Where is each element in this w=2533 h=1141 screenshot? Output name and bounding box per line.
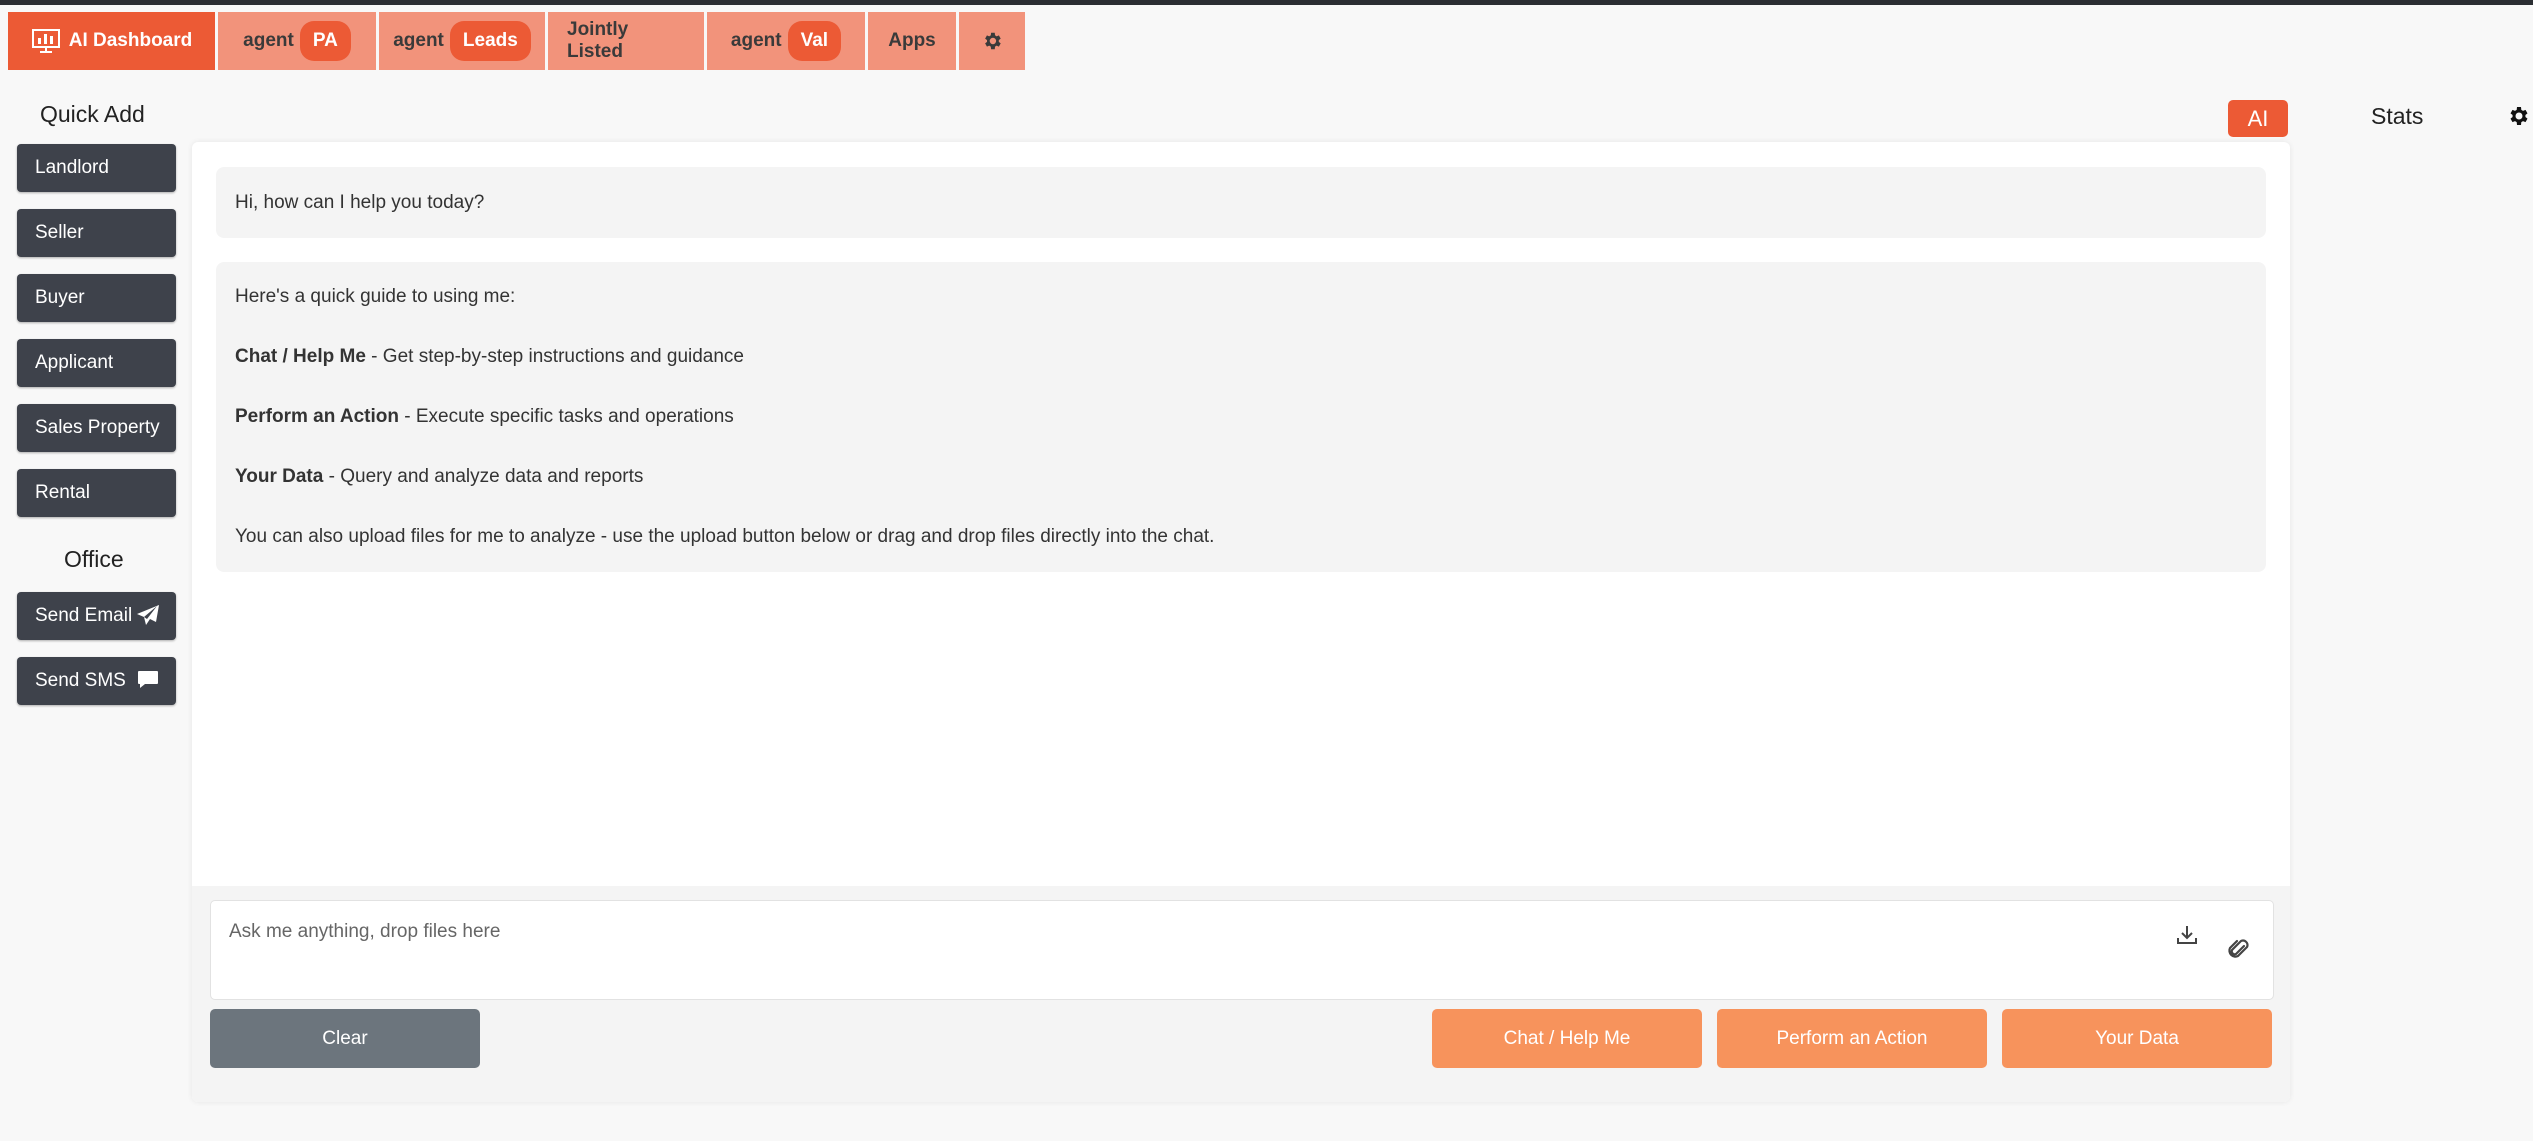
guide-item-desc: - Query and analyze data and reports <box>323 466 644 487</box>
quick-add-title: Quick Add <box>40 101 145 127</box>
guide-item-desc: - Get step-by-step instructions and guid… <box>365 346 744 367</box>
tab-label: AI Dashboard <box>68 30 193 51</box>
tab-prefix: agent <box>243 30 294 51</box>
gear-icon <box>985 32 1001 50</box>
tab-ai-dashboard[interactable]: AI Dashboard <box>8 12 215 70</box>
gear-icon[interactable] <box>2506 104 2530 128</box>
send-sms-label: Send SMS <box>35 670 126 691</box>
tab-pill: PA <box>299 21 351 61</box>
tab-pill: Val <box>787 21 842 61</box>
paperclip-icon[interactable] <box>2227 937 2251 963</box>
send-email-button[interactable]: Send Email <box>17 592 176 640</box>
tab-agent-val[interactable]: agent Val <box>707 12 865 70</box>
tab-apps[interactable]: Apps <box>868 12 956 70</box>
tab-bar: AI Dashboard agent PA agent Leads Jointl… <box>8 12 1025 70</box>
chat-input-box <box>210 900 2274 1000</box>
quick-add-applicant-button[interactable]: Applicant <box>17 339 176 387</box>
chat-panel: Hi, how can I help you today? Here's a q… <box>192 142 2290 1102</box>
greeting-text: Hi, how can I help you today? <box>235 191 485 213</box>
assistant-guide-message: Here's a quick guide to using me: Chat /… <box>216 262 2266 572</box>
chat-bubble-icon <box>138 671 158 688</box>
tab-settings[interactable] <box>959 12 1025 70</box>
guide-item-title: Perform an Action <box>235 406 399 427</box>
your-data-button[interactable]: Your Data <box>2002 1009 2272 1068</box>
guide-footer: You can also upload files for me to anal… <box>235 526 1215 547</box>
chat-input-area <box>192 886 2290 1102</box>
top-bar <box>0 0 2533 5</box>
chat-input[interactable] <box>211 901 2273 999</box>
perform-action-button[interactable]: Perform an Action <box>1717 1009 1987 1068</box>
stats-tab[interactable]: Stats <box>2371 103 2423 130</box>
tab-pill: Leads <box>449 21 531 61</box>
tab-label: Apps <box>888 30 936 51</box>
tab-label: Jointly Listed <box>567 19 629 62</box>
quick-add-seller-button[interactable]: Seller <box>17 209 176 257</box>
tab-prefix: agent <box>393 30 444 51</box>
office-title: Office <box>64 546 124 572</box>
quick-add-landlord-button[interactable]: Landlord <box>17 144 176 192</box>
assistant-greeting-message: Hi, how can I help you today? <box>216 167 2266 238</box>
download-icon[interactable] <box>2175 923 2199 947</box>
guide-intro: Here's a quick guide to using me: <box>235 286 516 307</box>
tab-jointly-listed[interactable]: Jointly Listed <box>548 12 704 70</box>
guide-item-title: Chat / Help Me <box>235 346 366 367</box>
guide-item-data: Your Data - Query and analyze data and r… <box>235 462 2247 492</box>
ai-tab[interactable]: AI <box>2228 100 2288 137</box>
tab-agent-leads[interactable]: agent Leads <box>379 12 545 70</box>
tab-agent-pa[interactable]: agent PA <box>218 12 376 70</box>
guide-item-chat: Chat / Help Me - Get step-by-step instru… <box>235 342 2247 372</box>
quick-add-rental-button[interactable]: Rental <box>17 469 176 517</box>
dashboard-icon <box>31 29 60 53</box>
quick-add-sales-property-button[interactable]: Sales Property <box>17 404 176 452</box>
guide-item-desc: - Execute specific tasks and operations <box>399 406 734 427</box>
send-sms-button[interactable]: Send SMS <box>17 657 176 705</box>
guide-item-action: Perform an Action - Execute specific tas… <box>235 402 2247 432</box>
clear-button[interactable]: Clear <box>210 1009 480 1068</box>
quick-add-buyer-button[interactable]: Buyer <box>17 274 176 322</box>
guide-item-title: Your Data <box>235 466 324 487</box>
send-email-label: Send Email <box>35 605 133 626</box>
chat-help-button[interactable]: Chat / Help Me <box>1432 1009 1702 1068</box>
tab-prefix: agent <box>730 30 782 51</box>
paper-plane-icon <box>137 605 159 625</box>
